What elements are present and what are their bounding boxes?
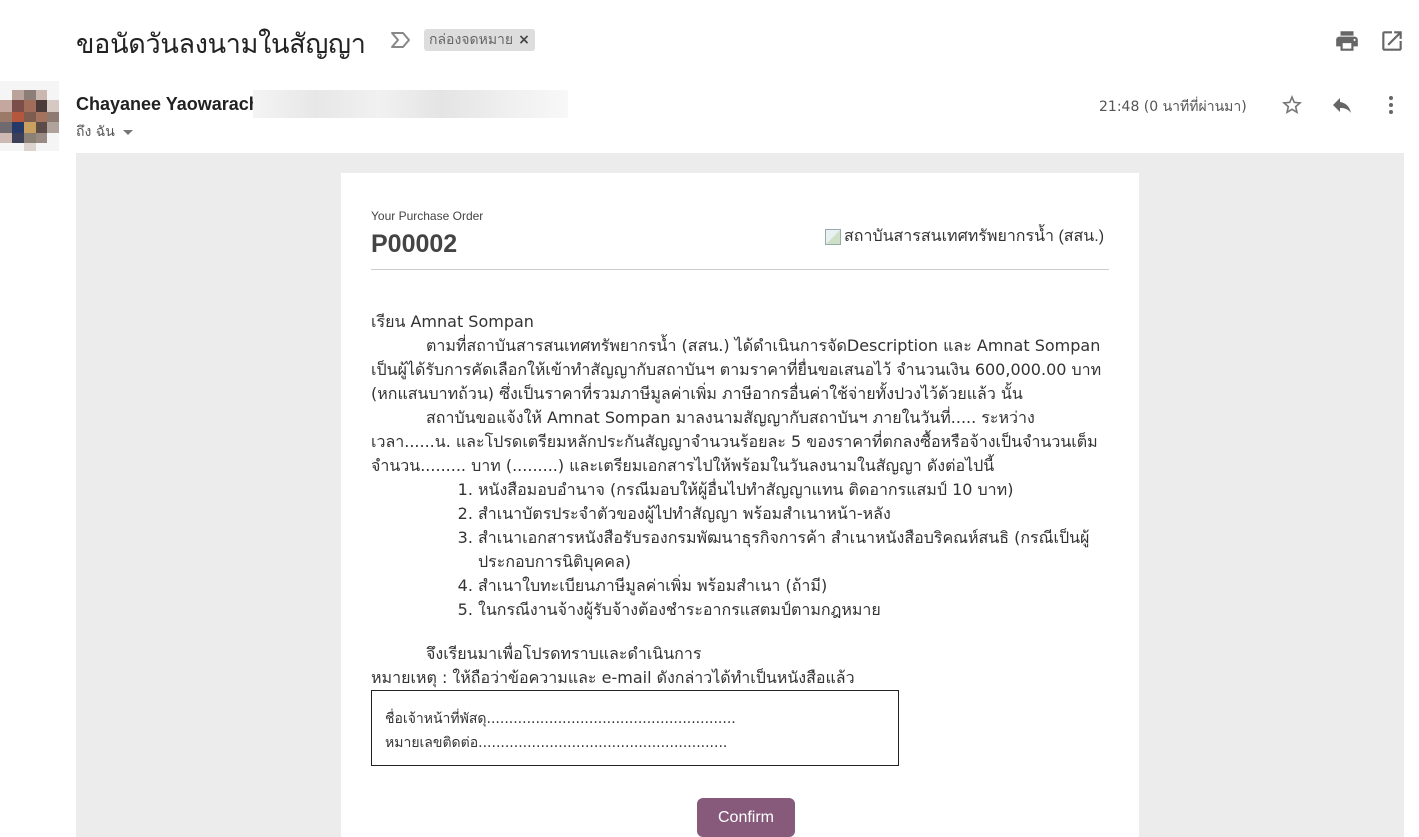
sender-name[interactable]: Chayanee Yaowarach [76, 94, 260, 115]
po-caption: Your Purchase Order [371, 209, 484, 223]
open-in-new-window-icon[interactable] [1379, 28, 1405, 54]
letter-body: เรียน Amnat Sompan ตามที่สถาบันสารสนเทศท… [371, 310, 1111, 690]
list-item: สำเนาเอกสารหนังสือรับรองกรมพัฒนาธุรกิจกา… [478, 526, 1111, 574]
print-icon[interactable] [1334, 28, 1360, 54]
importance-marker-icon[interactable] [390, 30, 412, 50]
recipient-label: ถึง ฉัน [76, 124, 115, 140]
contact-number-line: หมายเลขติดต่อ...........................… [385, 735, 728, 751]
letter-closing: จึงเรียนมาเพื่อโปรดทราบและดำเนินการ [426, 644, 702, 663]
divider [371, 269, 1109, 270]
recipient-summary[interactable]: ถึง ฉัน [76, 121, 133, 143]
letter-note: หมายเหตุ : ให้ถือว่าข้อความและ e-mail ดั… [371, 668, 855, 687]
star-icon[interactable] [1280, 93, 1304, 117]
broken-image-icon [825, 228, 841, 245]
letter-paragraph-2: สถาบันขอแจ้งให้ Amnat Sompan มาลงนามสัญญ… [371, 408, 1098, 475]
list-item: หนังสือมอบอำนาจ (กรณีมอบให้ผู้อื่นไปทำสั… [478, 478, 1111, 502]
inbox-label-text: กล่องจดหมาย [429, 32, 514, 48]
caret-down-icon[interactable] [122, 129, 133, 135]
list-item: สำเนาบัตรประจำตัวของผู้ไปทำสัญญา พร้อมสำ… [478, 502, 1111, 526]
reply-icon[interactable] [1330, 93, 1354, 117]
letter-greeting: เรียน Amnat Sompan [371, 312, 534, 331]
timestamp: 21:48 (0 นาทีที่ผ่านมา) [1099, 99, 1247, 115]
avatar[interactable] [0, 81, 59, 151]
more-vertical-icon[interactable] [1379, 93, 1403, 117]
po-number: P00002 [371, 230, 458, 258]
contact-info-box: ชื่อเจ้าหน้าที่พัสดุ....................… [371, 690, 899, 766]
remove-label-button[interactable]: × [518, 32, 530, 48]
list-item: ในกรณีงานจ้างผู้รับจ้างต้องชำระอากรแสตมป… [478, 598, 1111, 622]
confirm-button[interactable]: Confirm [697, 798, 795, 837]
letter-paragraph-1: ตามที่สถาบันสารสนเทศทรัพยากรน้ำ (สสน.) ไ… [371, 336, 1102, 403]
required-documents-list: หนังสือมอบอำนาจ (กรณีมอบให้ผู้อื่นไปทำสั… [371, 478, 1111, 622]
list-item: สำเนาใบทะเบียนภาษีมูลค่าเพิ่ม พร้อมสำเนา… [478, 574, 1111, 598]
officer-name-line: ชื่อเจ้าหน้าที่พัสดุ....................… [385, 711, 736, 727]
inbox-label-chip: กล่องจดหมาย × [424, 29, 535, 51]
sender-email-redacted [253, 90, 568, 118]
company-logo-image: สถาบันสารสนเทศทรัพยากรน้ำ (สสน.) [825, 224, 1104, 249]
company-logo-alt-text: สถาบันสารสนเทศทรัพยากรน้ำ (สสน.) [844, 228, 1105, 245]
email-subject: ขอนัดวันลงนามในสัญญา [76, 29, 366, 60]
